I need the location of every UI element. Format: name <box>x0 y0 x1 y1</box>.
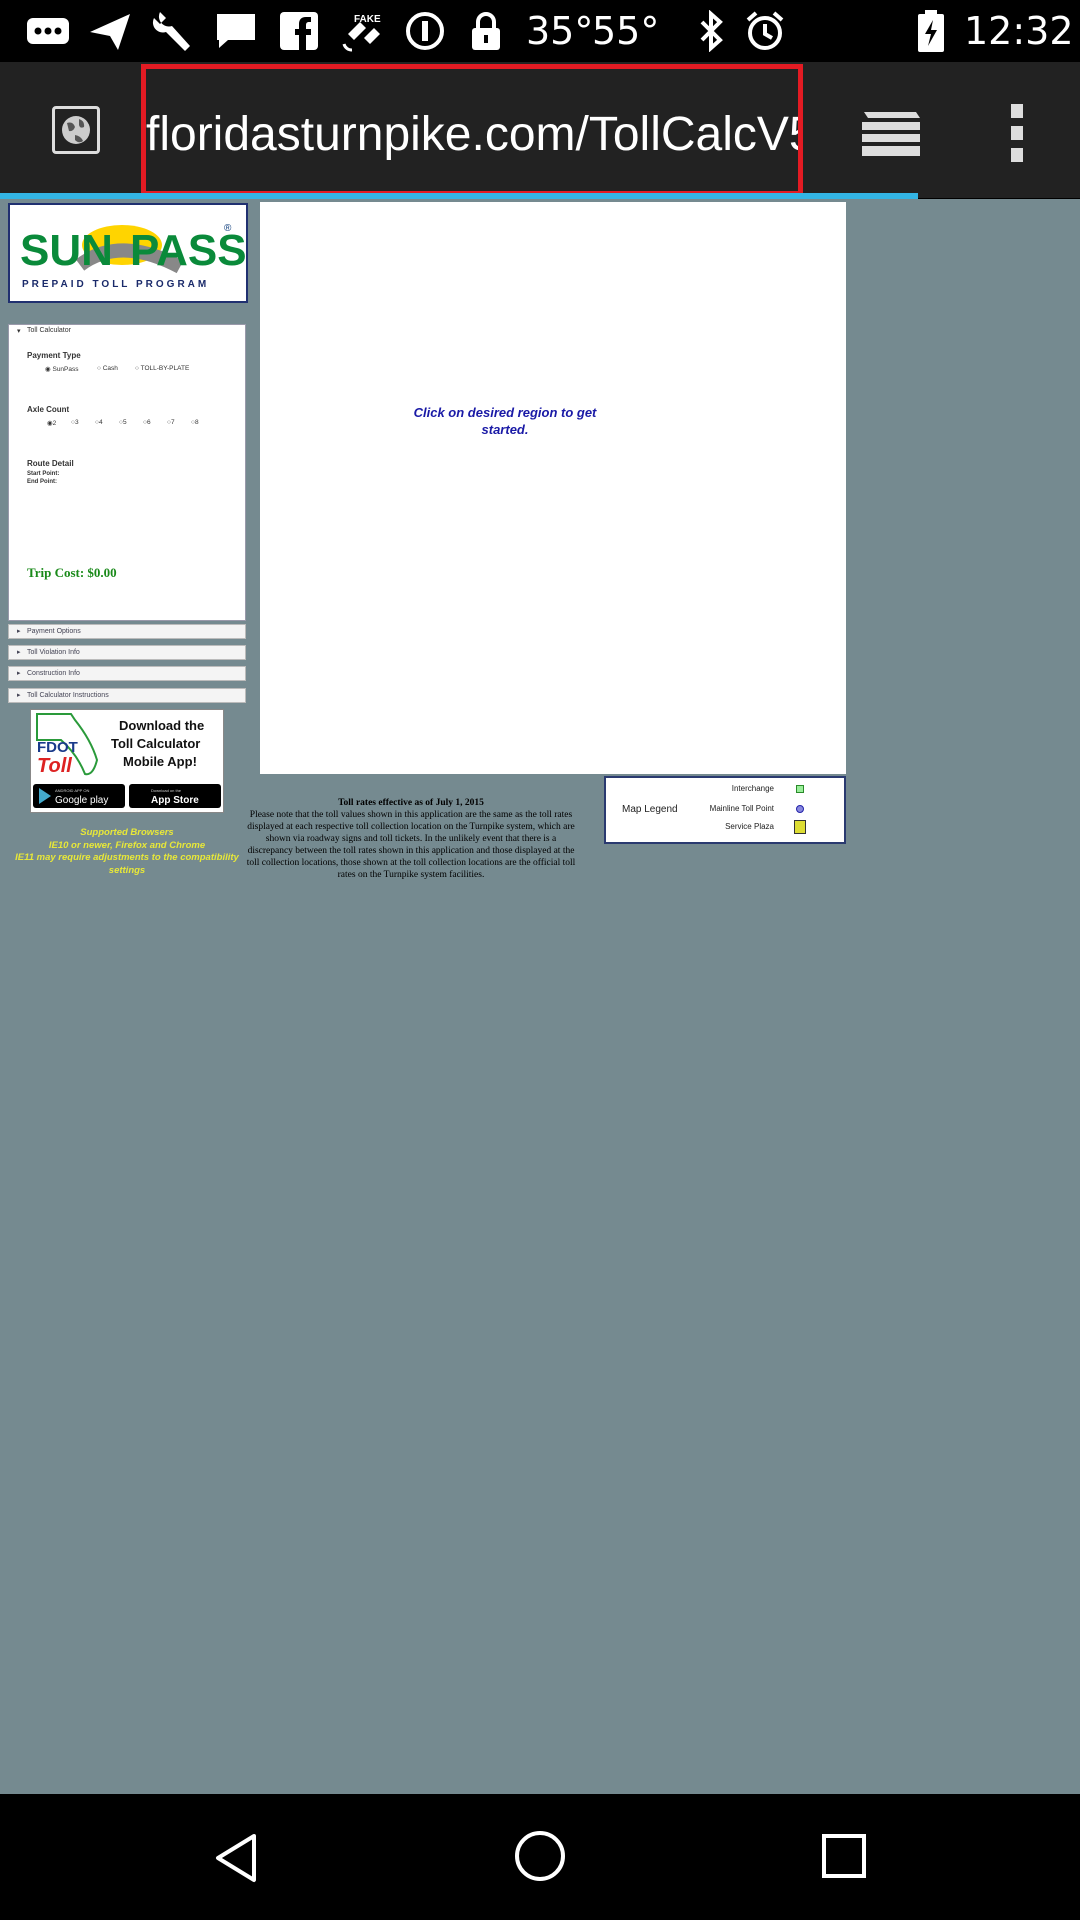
svg-text:Google play: Google play <box>55 795 108 806</box>
radio-axle-3[interactable]: ○3 <box>71 419 79 426</box>
radio-label: 5 <box>122 419 127 426</box>
section-construction-info[interactable]: Construction Info <box>8 666 246 681</box>
service-plaza-icon <box>794 820 806 834</box>
section-toll-calculator-instructions[interactable]: Toll Calculator Instructions <box>8 688 246 703</box>
radio-axle-6[interactable]: ○6 <box>143 419 151 426</box>
recents-icon[interactable] <box>820 1832 868 1880</box>
map-legend: Map Legend Interchange Mainline Toll Poi… <box>604 776 846 844</box>
radio-label: 2 <box>52 420 57 427</box>
svg-text:Download on the: Download on the <box>151 788 182 793</box>
toll-point-icon <box>796 805 804 813</box>
radio-label: 6 <box>146 419 151 426</box>
browser-toolbar: floridasturnpike.com/TollCalcV5 <box>0 62 1080 198</box>
bluetooth-icon <box>694 9 728 53</box>
svg-text:®: ® <box>224 223 232 234</box>
legend-item-service-plaza: Service Plaza <box>725 822 774 831</box>
supported-browsers-note: Supported Browsers IE10 or newer, Firefo… <box>2 827 252 877</box>
route-detail-label: Route Detail <box>27 459 74 468</box>
calculator-header[interactable]: ▾ Toll Calculator <box>17 327 71 335</box>
legend-item-interchange: Interchange <box>731 784 774 793</box>
alarm-icon <box>744 10 786 52</box>
browsers-line-2: IE11 may require adjustments to the comp… <box>15 852 239 876</box>
fdot-text: FDOT <box>37 739 78 756</box>
calculator-title: Toll Calculator <box>27 327 71 334</box>
radio-axle-8[interactable]: ○8 <box>191 419 199 426</box>
radio-axle-4[interactable]: ○4 <box>95 419 103 426</box>
svg-text:App Store: App Store <box>151 795 199 806</box>
axle-count-label: Axle Count <box>27 405 70 414</box>
wrench-icon <box>152 10 196 52</box>
temperature-1: 35° <box>526 9 594 53</box>
web-page: SUN PASS ® PREPAID TOLL PROGRAM ▾ Toll C… <box>0 199 1080 1794</box>
status-bar: FAKE 35° 55° 12:32 <box>0 0 1080 62</box>
navigation-bar <box>0 1794 1080 1920</box>
fake-gps-icon: FAKE <box>340 10 386 52</box>
tabs-icon[interactable] <box>860 106 924 158</box>
rates-title: Toll rates effective as of July 1, 2015 <box>338 798 484 808</box>
info-icon <box>404 10 446 52</box>
facebook-icon <box>278 10 320 52</box>
trip-cost: Trip Cost: $0.00 <box>27 565 117 580</box>
chevron-down-icon: ▾ <box>17 328 21 335</box>
radio-axle-5[interactable]: ○5 <box>119 419 127 426</box>
rates-body: Please note that the toll values shown i… <box>246 810 576 880</box>
svg-text:SUN: SUN <box>20 226 113 275</box>
lock-icon <box>466 10 506 52</box>
radio-label: SunPass <box>52 366 79 373</box>
svg-text:ANDROID APP ON: ANDROID APP ON <box>55 788 89 793</box>
mobile-app-banner[interactable]: FDOT Toll Download the Toll Calculator M… <box>30 709 224 813</box>
radio-label: 8 <box>194 419 199 426</box>
region-map[interactable]: Click on desired region to get started. <box>260 202 846 774</box>
section-toll-violation-info[interactable]: Toll Violation Info <box>8 645 246 660</box>
url-text[interactable]: floridasturnpike.com/TollCalcV5 <box>146 107 798 163</box>
radio-label: TOLL-BY-PLATE <box>140 365 190 372</box>
sunpass-logo[interactable]: SUN PASS ® PREPAID TOLL PROGRAM <box>8 203 248 303</box>
section-payment-options[interactable]: Payment Options <box>8 624 246 639</box>
radio-cash[interactable]: ○ Cash <box>97 365 118 372</box>
overflow-menu-icon[interactable] <box>1004 102 1030 164</box>
radio-toll-by-plate[interactable]: ○ TOLL-BY-PLATE <box>135 365 189 372</box>
toll-rates-notice: Toll rates effective as of July 1, 2015 … <box>244 797 578 881</box>
toll-text: Toll <box>37 755 72 777</box>
radio-sunpass[interactable]: ◉ SunPass <box>45 365 79 373</box>
start-point-label: Start Point: <box>27 471 60 477</box>
payment-type-options: ◉ SunPass ○ Cash ○ TOLL-BY-PLATE <box>45 365 245 377</box>
browsers-line-1: IE10 or newer, Firefox and Chrome <box>48 839 206 851</box>
battery-icon <box>916 10 946 52</box>
radio-axle-2[interactable]: ◉2 <box>47 419 56 427</box>
radio-label: 3 <box>74 419 79 426</box>
clock: 12:32 <box>964 9 1074 53</box>
toll-calculator-panel: ▾ Toll Calculator Payment Type ◉ SunPass… <box>8 324 246 621</box>
end-point-label: End Point: <box>27 479 57 485</box>
legend-item-mainline-toll-point: Mainline Toll Point <box>709 804 774 813</box>
svg-text:PREPAID TOLL PROGRAM: PREPAID TOLL PROGRAM <box>22 279 209 290</box>
browsers-title: Supported Browsers <box>80 827 174 838</box>
map-prompt: Click on desired region to get started. <box>413 405 597 437</box>
radio-label: 7 <box>170 419 175 426</box>
radio-label: 4 <box>98 419 103 426</box>
svg-text:FAKE: FAKE <box>354 14 381 25</box>
send-icon <box>88 10 132 52</box>
message-icon <box>214 10 258 52</box>
back-icon[interactable] <box>210 1832 262 1884</box>
temperature-2: 55° <box>592 9 660 53</box>
legend-title: Map Legend <box>622 804 678 815</box>
interchange-icon <box>796 785 804 793</box>
globe-icon[interactable] <box>52 106 100 154</box>
radio-axle-7[interactable]: ○7 <box>167 419 175 426</box>
axle-count-options: ◉2 ○3 ○4 ○5 ○6 ○7 ○8 <box>47 419 247 431</box>
svg-text:Download the: Download the <box>119 718 204 733</box>
home-icon[interactable] <box>512 1828 568 1884</box>
more-icon <box>26 10 70 52</box>
radio-label: Cash <box>102 365 118 372</box>
url-bar[interactable]: floridasturnpike.com/TollCalcV5 <box>141 64 803 196</box>
svg-text:Toll Calculator: Toll Calculator <box>111 736 200 751</box>
svg-text:Mobile App!: Mobile App! <box>123 754 197 769</box>
payment-type-label: Payment Type <box>27 351 81 360</box>
